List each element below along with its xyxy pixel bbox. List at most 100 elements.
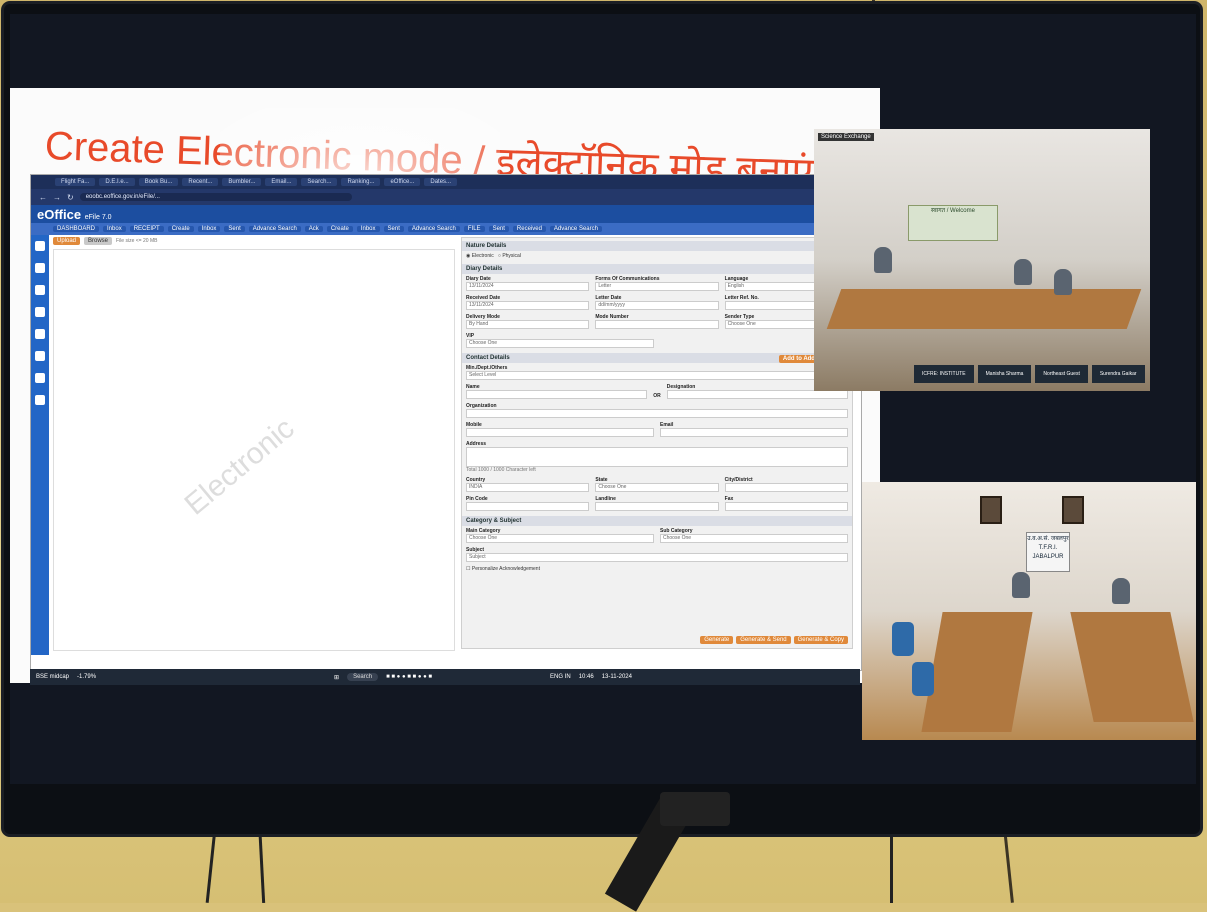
menu-item[interactable]: Sent [224,226,245,232]
browse-button[interactable]: Browse [84,237,113,245]
field-input[interactable]: 13/11/2024 [466,282,590,291]
generate-copy-button[interactable]: Generate & Copy [793,636,848,644]
browser-tab[interactable]: Email... [265,178,298,186]
menu-item[interactable]: Advance Search [248,226,301,232]
start-icon[interactable]: ⊞ [334,674,339,681]
contact-section-header: Contact Details Add to Address Book [462,353,852,363]
forward-icon[interactable]: → [53,193,61,202]
menu-item[interactable]: Ack [304,226,323,232]
form-row: Received Date 13/11/2024 Letter Date dd/mm… [462,293,852,312]
browser-tab[interactable]: Ranking... [341,178,381,186]
product-name: eFile 7.0 [84,213,112,221]
menu-item[interactable]: Inbox [103,226,126,232]
field-input[interactable] [466,390,648,399]
landline-field: Landline [595,496,719,511]
menu-item[interactable]: Sent [488,226,509,232]
field-select[interactable]: INDIA [466,483,590,492]
calendar-icon[interactable] [35,329,45,339]
browser-tab[interactable]: Flight Fa... [55,178,96,186]
browser-tab[interactable]: Dates... [424,178,458,186]
field-select[interactable]: Choose One [466,534,654,543]
form-row: Delivery Mode By Hand Mode Number Sender … [462,312,852,331]
document-preview: Electronic [53,249,455,651]
menu-item[interactable]: Received [512,226,546,232]
menu-item[interactable]: DASHBOARD [53,226,100,232]
field-select[interactable]: Choose One [660,534,848,543]
menu-item[interactable]: Create [326,226,353,232]
field-input[interactable]: Subject [466,553,848,562]
generate-send-button[interactable]: Generate & Send [736,636,791,644]
participant-tile[interactable]: Manisha Sharma [977,365,1032,383]
menu-item[interactable]: Inbox [356,226,380,232]
participant-tile[interactable]: Northeast Guest [1035,365,1088,383]
help-icon[interactable] [35,395,45,405]
organization-field: Organization [466,403,848,418]
receipt-icon[interactable] [35,263,45,273]
url-field[interactable]: eoobc.eoffice.gov.in/eFile/... [79,193,352,201]
field-input[interactable] [724,502,848,511]
nature-section-header: Nature Details [462,241,852,251]
menu-item[interactable]: Advance Search [407,226,460,232]
state-field: State Choose One [595,477,719,492]
mode-number-field: Mode Number [595,314,719,329]
form-row: VIP Choose One [462,331,852,350]
radio-electronic[interactable]: ◉ Electronic [466,253,494,259]
field-select[interactable]: By Hand [466,320,590,329]
menu-item[interactable]: Create [167,226,194,232]
chart-icon[interactable] [35,351,45,361]
participant-tile[interactable]: ICFRE: INSTITUTE [914,365,974,383]
browser-tab[interactable]: eOffice... [384,178,421,186]
field-input[interactable] [660,428,848,437]
presentation-slide: Create Electronic mode / इलेक्ट्रॉनिक मो… [10,88,880,685]
upload-toolbar: Upload Browse File size <= 20 MB [53,237,157,245]
reload-icon[interactable]: ↻ [67,193,74,202]
file-size-hint: File size <= 20 MB [116,238,158,244]
field-select[interactable]: Choose One [595,483,719,492]
browser-tab[interactable]: Recent... [182,178,219,186]
field-input[interactable] [724,483,848,492]
video-feed-room-2: उ.व.अ.सं. जबलपुर T.F.R.I. JABALPUR [862,482,1196,740]
menu-item[interactable]: Advance Search [549,226,602,232]
settings-icon[interactable] [35,373,45,383]
participant-tile[interactable]: Surendra Gaikar [1091,365,1145,383]
generate-button[interactable]: Generate [700,636,734,644]
sub-category-field: Sub Category Choose One [660,528,848,543]
field-textarea[interactable] [466,447,848,467]
camera-stand [600,790,730,912]
personalize-ack-checkbox[interactable]: ☐ Personalize Acknowledgement [462,564,852,574]
letter-date-field: Letter Date dd/mm/yyyy [595,295,719,310]
field-select[interactable]: Choose One [466,339,654,348]
menu-item[interactable]: FILE [463,226,485,232]
mail-icon[interactable] [35,307,45,317]
welcome-banner: स्वागत / Welcome [908,205,998,241]
form-row: Mobile Email [462,420,852,439]
browser-tab[interactable]: D.E.I.e... [99,178,135,186]
browser-tab[interactable]: Search... [301,178,338,186]
field-select[interactable]: Letter [595,282,719,291]
field-input[interactable] [466,502,590,511]
field-input[interactable] [466,428,654,437]
field-input[interactable]: 13/11/2024 [466,301,590,310]
field-input[interactable] [595,320,719,329]
menu-item[interactable]: RECEIPT [129,226,164,232]
institute-sign: उ.व.अ.सं. जबलपुर T.F.R.I. JABALPUR [1026,532,1070,572]
home-icon[interactable] [35,241,45,251]
upload-button[interactable]: Upload [53,237,81,245]
menu-item[interactable]: Inbox [197,226,221,232]
address-hint: Total 1000 / 1000 Character left [466,467,536,473]
field-input[interactable]: dd/mm/yyyy [595,301,719,310]
browser-tab[interactable]: Bumbler... [222,178,262,186]
radio-label: Electronic [471,253,494,259]
menu-item[interactable]: Sent [383,226,404,232]
taskbar-search[interactable]: Search [347,673,379,681]
back-icon[interactable]: ← [39,193,47,202]
radio-physical[interactable]: ○ Physical [498,253,521,259]
language-indicator[interactable]: ENG IN [550,674,571,680]
app-icons[interactable]: ■ ■ ● ● ■ ■ ● ● ■ [386,674,432,680]
browser-tab[interactable]: Book Bu... [138,178,179,186]
field-input[interactable] [595,502,719,511]
field-select[interactable]: Select Level [466,371,848,380]
file-icon[interactable] [35,285,45,295]
field-input[interactable] [466,409,848,418]
field-input[interactable] [666,390,848,399]
